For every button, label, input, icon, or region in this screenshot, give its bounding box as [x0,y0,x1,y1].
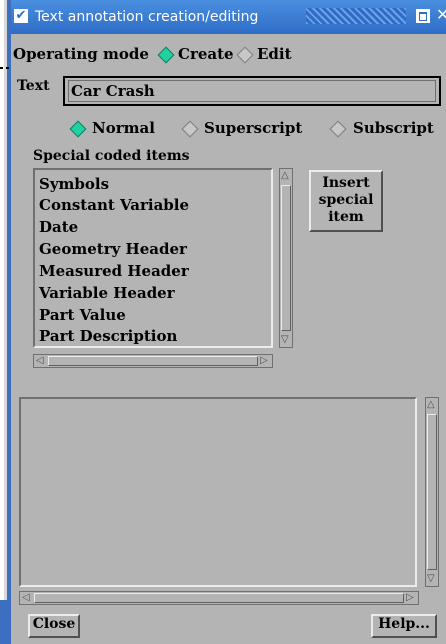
scroll-thumb[interactable] [34,593,404,603]
window-menu-icon[interactable]: ✔ [14,9,28,23]
scroll-thumb[interactable] [281,185,291,331]
list-horizontal-scrollbar[interactable]: ◁ ▷ [33,354,273,368]
mode-create-label: Create [178,45,234,63]
special-items-label: Special coded items [33,148,190,164]
panel-vertical-scrollbar[interactable]: △ ▽ [425,397,439,587]
scroll-up-icon[interactable]: △ [281,171,289,181]
list-item[interactable]: Date [39,218,78,236]
normal-label: Normal [92,119,155,137]
list-item[interactable]: Variable Header [39,284,175,302]
list-vertical-scrollbar[interactable]: △ ▽ [279,168,293,348]
text-label: Text [17,78,50,94]
list-item[interactable]: Geometry Header [39,240,187,258]
radio-off-icon [329,120,347,138]
scroll-down-icon[interactable]: ▽ [281,335,289,345]
subscript-label: Subscript [353,119,434,137]
insert-special-item-button[interactable]: Insert special item [309,170,383,232]
special-items-list[interactable]: Symbols Constant Variable Date Geometry … [33,168,273,348]
list-item[interactable]: Symbols [39,175,109,193]
scroll-up-icon[interactable]: △ [427,400,435,410]
radio-on-icon [69,120,87,138]
insert-button-line: item [328,209,364,225]
window-title: Text annotation creation/editing [35,9,259,25]
mode-edit-label: Edit [257,45,292,63]
close-icon[interactable]: ✕ [436,7,446,23]
list-item[interactable]: Measured Header [39,262,189,280]
title-bar-grip [306,8,406,24]
text-input[interactable] [71,82,371,100]
insert-button-line: special [318,192,374,208]
close-button[interactable]: Close [28,614,80,638]
scroll-left-icon[interactable]: ◁ [36,356,44,366]
text-field[interactable] [63,76,441,106]
scroll-thumb[interactable] [427,414,437,570]
radio-off-icon [181,120,199,138]
annotation-dialog: ✔ Text annotation creation/editing ✕ Ope… [11,0,446,644]
panel-horizontal-scrollbar[interactable]: ◁ ▷ [19,591,419,605]
superscript-label: Superscript [204,119,303,137]
scroll-down-icon[interactable]: ▽ [427,574,435,584]
list-item[interactable]: Part Description [39,327,177,345]
maximize-icon[interactable] [416,9,430,23]
scroll-thumb[interactable] [48,356,258,366]
list-item[interactable]: Part Value [39,306,126,324]
help-button[interactable]: Help... [371,614,437,638]
radio-off-icon [236,46,254,64]
radio-on-icon [157,46,175,64]
insert-button-line: Insert [322,175,370,191]
preview-panel[interactable] [19,397,417,587]
operating-mode-label: Operating mode [13,45,149,63]
title-bar[interactable]: ✔ Text annotation creation/editing ✕ [11,0,446,34]
scroll-right-icon[interactable]: ▷ [260,356,268,366]
scroll-left-icon[interactable]: ◁ [22,593,30,603]
scroll-right-icon[interactable]: ▷ [406,593,414,603]
list-item[interactable]: Constant Variable [39,196,189,214]
